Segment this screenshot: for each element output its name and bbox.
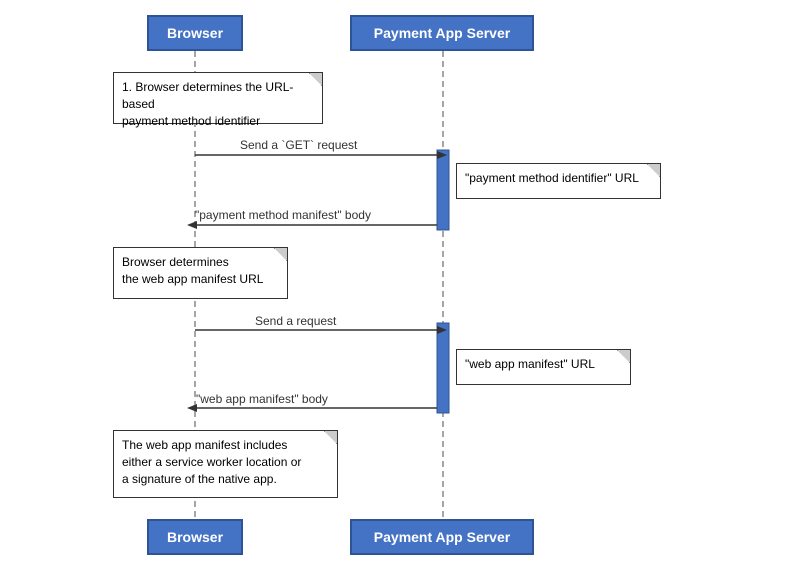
arrow-web-app-manifest-body-label: "web app manifest" body [196, 392, 328, 406]
server-actor-bottom: Payment App Server [350, 519, 534, 555]
arrow-send-request-label: Send a request [255, 314, 336, 328]
note-url-based-identifier: 1. Browser determines the URL-basedpayme… [113, 72, 323, 124]
note-payment-method-identifier-url: "payment method identifier" URL [456, 163, 661, 199]
arrow-payment-manifest-body-label: "payment method manifest" body [195, 208, 371, 222]
note-web-app-manifest-includes: The web app manifest includeseither a se… [113, 430, 338, 498]
sequence-diagram: Browser Payment App Server Browser Payme… [0, 0, 800, 587]
browser-actor-top: Browser [147, 15, 243, 51]
server-actor-top: Payment App Server [350, 15, 534, 51]
note-web-app-manifest-url-box: "web app manifest" URL [456, 349, 631, 385]
browser-actor-bottom: Browser [147, 519, 243, 555]
note-web-app-manifest-url: Browser determinesthe web app manifest U… [113, 247, 288, 299]
arrow-get-request-label: Send a `GET` request [240, 138, 357, 152]
